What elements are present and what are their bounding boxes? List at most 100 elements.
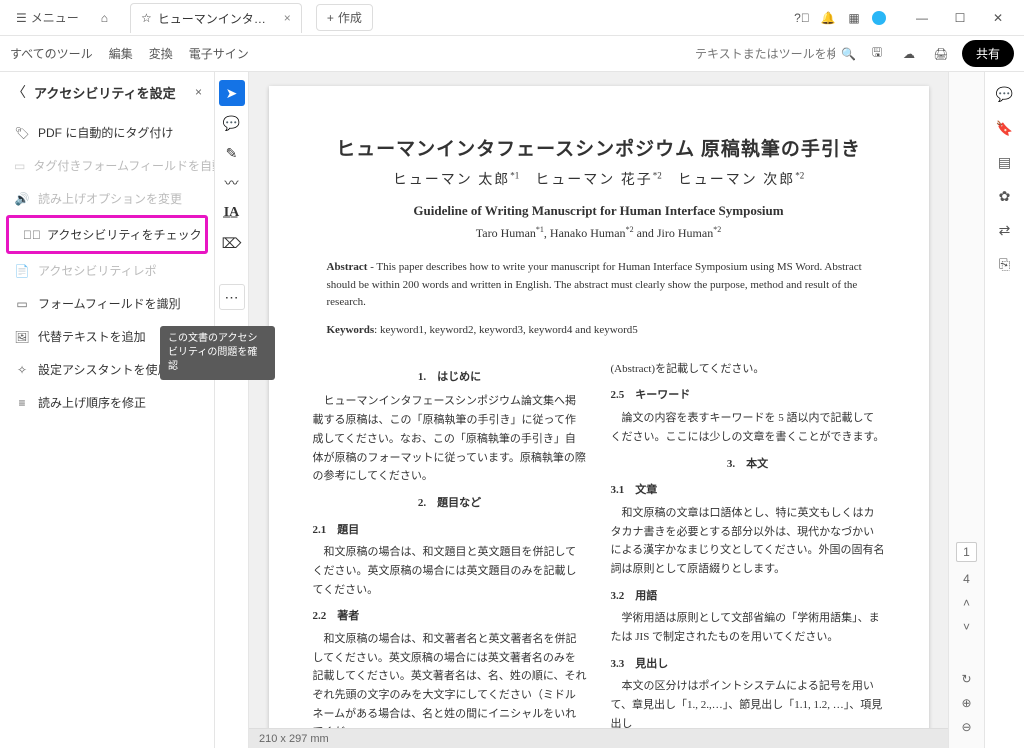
doc-authors-ja: ヒューマン 太郎*1 ヒューマン 花子*2 ヒューマン 次郎*2 [313,169,885,189]
panel-item-icon: ✓⃝ [23,228,39,242]
panel-item-label: アクセシビリティをチェック [47,226,202,243]
zoom-in-icon[interactable]: ⊕ [961,696,971,710]
panel-item-icon: 📄 [14,264,30,278]
close-tab-icon[interactable]: × [284,11,291,25]
panel-item-2: 🔊 読み上げオプションを変更 [0,182,214,215]
para: 論文の内容を表すキーワードを 5 語以内で記載してください。ここには少しの文章を… [611,409,885,446]
para: (Abstract)を記載してください。 [611,360,885,379]
menu-button[interactable]: ☰ メニュー [8,5,87,30]
sub-31: 3.1 文章 [611,481,885,500]
back-icon[interactable]: 〈 [12,82,26,102]
tooltip: この文書のアクセシビリティの問題を確認 [160,326,275,380]
page-down-icon[interactable]: ˅ [963,620,970,634]
sec-2: 2. 題目など [313,494,587,513]
draw-icon[interactable]: 〰 [219,170,245,196]
zoom-out-icon[interactable]: ⊖ [961,720,971,734]
doc-title-en: Guideline of Writing Manuscript for Huma… [313,203,885,219]
total-pages: 4 [963,572,970,586]
panel-item-3[interactable]: ✓⃝ アクセシビリティをチェック [9,218,205,251]
right-rail: 💬 🔖 ▤ ✿ ⇄ ⎘ [984,72,1024,748]
panel-item-0[interactable]: 🏷PDF に自動的にタグ付け [0,116,214,149]
sub-32: 3.2 用語 [611,587,885,606]
sec-1: 1. はじめに [313,368,587,387]
vertical-toolbar: ➤ 💬 ✎ 〰 I̲A̲ ⌦ ⋯ [215,72,249,748]
home-button[interactable]: ⌂ [93,7,116,29]
hamburger-icon: ☰ [16,11,27,25]
doc-column-right: (Abstract)を記載してください。 2.5 キーワード 論文の内容を表すキ… [611,360,885,744]
panel-close-icon[interactable]: × [195,85,202,99]
edit-tool[interactable]: 編集 [109,45,133,62]
para: 学術用語は原則として文部省編の「学術用語集」、または JIS で制定されたものを… [611,609,885,646]
bell-icon[interactable]: 🔔 [820,10,836,26]
maximize-button[interactable]: ☐ [942,4,978,32]
chat-icon[interactable]: 💬 [995,84,1015,104]
highlight-icon[interactable]: ✎ [219,140,245,166]
menu-label: メニュー [31,9,79,26]
comment-icon[interactable]: 💬 [219,110,245,136]
panel-item-4: 📄 アクセシビリティレポ [0,254,214,287]
cloud-icon[interactable]: ☁ [898,43,920,65]
panel-item-icon: 🖼 [14,330,30,344]
sub-25: 2.5 キーワード [611,386,885,405]
pages-icon[interactable]: ▤ [995,152,1015,172]
search-icon: 🔍 [841,47,856,61]
erase-icon[interactable]: ⌦ [219,230,245,256]
home-icon: ⌂ [101,11,108,25]
bookmark-icon[interactable]: 🔖 [995,118,1015,138]
print-icon[interactable]: 🖨 [930,43,952,65]
para: 本文の区分けはポイントシステムによる記号を用いて、章見出し「1., 2.,…」、… [611,677,885,733]
panel-item-icon: 🔊 [14,192,30,206]
share-button[interactable]: 共有 [962,40,1014,67]
convert-tool[interactable]: 変換 [149,45,173,62]
para: 和文原稿の場合は、和文著者名と英文著者名を併記してください。英文原稿の場合には英… [313,630,587,742]
star-icon: ☆ [141,11,152,25]
panel-item-label: 設定アシスタントを使用 [38,361,170,378]
panel-item-icon: ✧ [14,363,30,377]
doc-column-left: 1. はじめに ヒューマンインタフェースシンポジウム論文集へ掲載する原稿は、この… [313,360,587,744]
apps-icon[interactable]: ▦ [846,10,862,26]
shuffle-icon[interactable]: ⇄ [995,220,1015,240]
new-tab-button[interactable]: + 作成 [316,4,373,31]
panel-item-label: アクセシビリティレポ [38,262,157,279]
panel-item-label: 読み上げオプションを変更 [38,190,182,207]
plus-icon: + [327,11,334,25]
search-input[interactable] [695,47,835,61]
panel-item-8[interactable]: ≡読み上げ順序を修正 [0,386,214,419]
document-area[interactable]: ヒューマンインタフェースシンポジウム 原稿執筆の手引き ヒューマン 太郎*1 ヒ… [249,72,948,748]
panel-item-icon: ≡ [14,396,30,410]
search-box[interactable]: 🔍 [695,47,856,61]
sub-21: 2.1 題目 [313,521,587,540]
page-navigator: 1 4 ˄ ˅ ↻ ⊕ ⊖ [948,72,984,748]
select-tool-icon[interactable]: ➤ [219,80,245,106]
panel-item-5[interactable]: ▭ フォームフィールドを識別 [0,287,214,320]
panel-item-label: フォームフィールドを識別 [38,295,181,312]
refresh-icon[interactable]: ↻ [961,672,971,686]
panel-item-icon: ▭ [14,297,30,311]
sec-3: 3. 本文 [611,455,885,474]
panel-item-icon: 🏷 [14,126,30,140]
minimize-button[interactable]: — [904,4,940,32]
left-panel: 〈 アクセシビリティを設定 × 🏷PDF に自動的にタグ付け▭タグ付きフォームフ… [0,72,215,748]
esign-tool[interactable]: 電子サイン [189,45,249,62]
para: 和文原稿の文章は口語体とし、特に英文もしくはカタカナ書きを必要とする部分以外は、… [611,504,885,579]
new-tab-label: 作成 [338,9,362,26]
text-icon[interactable]: I̲A̲ [219,200,245,226]
doc-title-ja: ヒューマンインタフェースシンポジウム 原稿執筆の手引き [313,134,885,161]
document-tab[interactable]: ☆ ヒューマンインタフェースシ... × [130,3,302,33]
stamp-icon[interactable]: ✿ [995,186,1015,206]
more-tools-icon[interactable]: ⋯ [219,284,245,310]
doc-keywords: Keywords: keyword1, keyword2, keyword3, … [327,324,871,336]
help-icon[interactable]: ?⃝ [794,10,810,26]
sub-33: 3.3 見出し [611,655,885,674]
panel-item-label: 代替テキストを追加 [38,328,146,345]
page-up-icon[interactable]: ˄ [963,596,970,610]
current-page[interactable]: 1 [956,542,977,562]
doc-abstract: Abstract - This paper describes how to w… [327,259,871,312]
save-icon[interactable]: 🖫 [866,43,888,65]
close-window-button[interactable]: ✕ [980,4,1016,32]
all-tools[interactable]: すべてのツール [10,45,93,62]
para: ヒューマンインタフェースシンポジウム論文集へ掲載する原稿は、この「原稿執筆の手引… [313,392,587,485]
status-bar: 210 x 297 mm [249,728,948,748]
account-avatar[interactable] [872,11,886,25]
export-icon[interactable]: ⎘ [995,254,1015,274]
